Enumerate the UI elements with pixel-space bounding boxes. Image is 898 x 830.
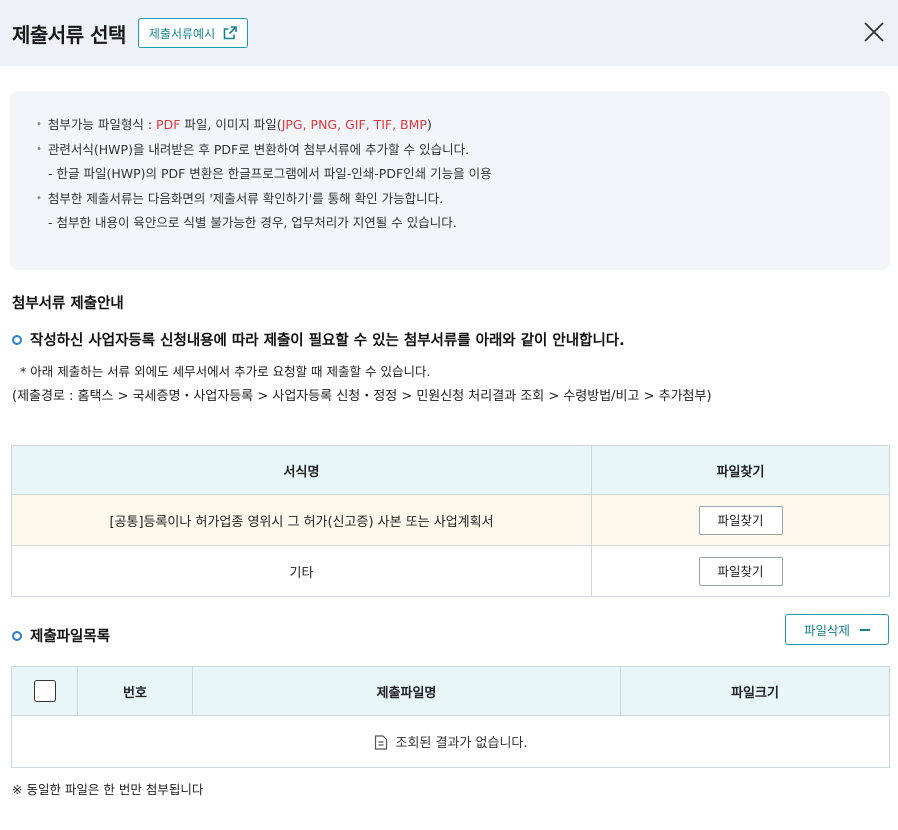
close-icon[interactable] bbox=[860, 18, 888, 46]
table-row: 기타 파일찾기 bbox=[11, 545, 890, 597]
notice-delay-warning: - 첨부한 내용이 육안으로 식별 불가능한 경우, 업무처리가 지연될 수 있… bbox=[48, 215, 457, 230]
guide-submission-path: (제출경로 : 홈택스 > 국세증명・사업자등록 > 사업자등록 신청・정정 >… bbox=[12, 389, 712, 404]
notice-hwp-pdf-tip: - 한글 파일(HWP)의 PDF 변환은 한글프로그램에서 파일-인쇄-PDF… bbox=[48, 166, 492, 181]
sample-documents-button[interactable]: 제출서류예시 bbox=[137, 18, 249, 48]
minus-icon bbox=[860, 628, 870, 631]
delete-file-button[interactable]: 파일삭제 bbox=[785, 614, 889, 645]
section-title-guide: 첨부서류 제출안내 bbox=[12, 296, 124, 312]
column-header-number: 번호 bbox=[77, 666, 193, 716]
select-all-checkbox[interactable] bbox=[33, 680, 56, 702]
column-header-filesize: 파일크기 bbox=[620, 666, 890, 716]
table-row: [공통]등록이나 허가업종 영위시 그 허가(신고증) 사본 또는 사업계획서 … bbox=[11, 494, 890, 546]
find-file-button[interactable]: 파일찾기 bbox=[698, 556, 783, 586]
footnote: ※ 동일한 파일은 한 번만 첨부됩니다 bbox=[12, 782, 204, 797]
column-header-find-file: 파일찾기 bbox=[591, 445, 890, 495]
notice-confirm-documents: • 첨부한 제출서류는 다음화면의 '제출서류 확인하기'를 통해 확인 가능합니… bbox=[36, 190, 444, 206]
column-header-form-name: 서식명 bbox=[11, 445, 592, 495]
form-name-cell: 기타 bbox=[11, 545, 592, 597]
delete-file-label: 파일삭제 bbox=[803, 623, 850, 638]
empty-result-row: 조회된 결과가 없습니다. bbox=[11, 715, 890, 768]
files-list-title: 제출파일목록 bbox=[12, 625, 110, 646]
document-icon bbox=[374, 735, 387, 750]
bullet-circle-icon bbox=[12, 335, 22, 345]
dialog-header: 제출서류 선택 제출서류예시 bbox=[0, 0, 898, 66]
dialog-title: 제출서류 선택 bbox=[12, 22, 126, 47]
find-file-button[interactable]: 파일찾기 bbox=[698, 505, 783, 535]
sample-documents-label: 제출서류예시 bbox=[148, 26, 216, 41]
empty-result-message: 조회된 결과가 없습니다. bbox=[395, 736, 528, 751]
guide-note: * 아래 제출하는 서류 외에도 세무서에서 추가로 요청할 때 제출할 수 있… bbox=[20, 364, 431, 379]
form-name-cell: [공통]등록이나 허가업종 영위시 그 허가(신고증) 사본 또는 사업계획서 bbox=[11, 494, 592, 546]
forms-table: 서식명 파일찾기 [공통]등록이나 허가업종 영위시 그 허가(신고증) 사본 … bbox=[11, 445, 890, 597]
notice-file-formats: • 첨부가능 파일형식 : PDF 파일, 이미지 파일(JPG, PNG, GI… bbox=[36, 117, 432, 132]
column-header-filename: 제출파일명 bbox=[192, 666, 621, 716]
bullet-circle-icon bbox=[12, 631, 22, 641]
notice-box: • 첨부가능 파일형식 : PDF 파일, 이미지 파일(JPG, PNG, GI… bbox=[10, 91, 890, 270]
external-link-icon bbox=[223, 26, 237, 40]
notice-hwp-conversion: • 관련서식(HWP)을 내려받은 후 PDF로 변환하여 첨부서류에 추가할 수… bbox=[36, 141, 470, 157]
guide-main-text: 작성하신 사업자등록 신청내용에 따라 제출이 필요할 수 있는 첨부서류를 아… bbox=[12, 329, 625, 350]
files-table: 번호 제출파일명 파일크기 조회된 결과가 없습니다. bbox=[11, 666, 890, 768]
